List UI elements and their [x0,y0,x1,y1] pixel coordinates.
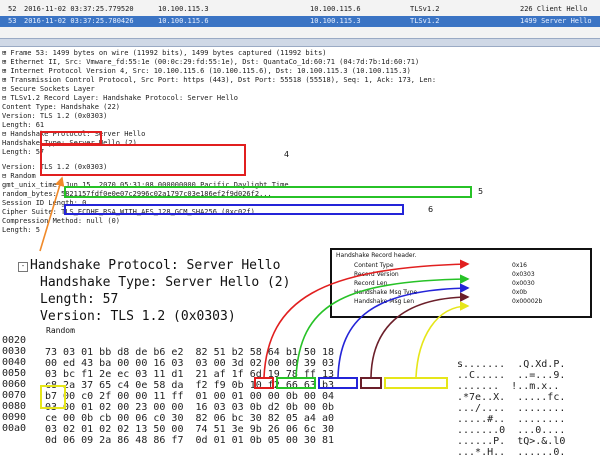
hex-highlight-content-type [254,377,274,389]
packet-dst: 10.100.115.6 [310,5,361,13]
handshake-record-legend: Handshake Record header. Content Type 0x… [330,248,592,318]
packet-proto: TLSv1.2 [410,5,440,13]
legend-handshake-msg-type: Handshake Msg Type [354,289,418,296]
legend-handshake-msg-len: Handshake Msg Len [354,298,415,305]
tree-row-length[interactable]: Length: 61 [2,121,44,130]
hex-highlight-next-bytes [40,385,66,409]
annotation-4: 4 [284,150,290,159]
hex-ascii: ...*.H.. ......0. [457,447,566,458]
legend-record-version: Record Version [354,271,399,278]
legend-handshake-msg-len-value: 0x00002b [512,298,543,305]
hex-highlight-msg-len [384,377,448,389]
packet-info: 1499 Server Hello [520,17,592,25]
hex-dump-pane: 0020 73 03 01 bb d8 de b6 e2 82 51 b2 58… [0,323,600,458]
packet-no: 53 [8,17,17,25]
handshake-header-highlight [40,144,246,176]
legend-record-len: Record Len [354,280,388,287]
packet-info: 226 Client Hello [520,5,588,13]
pane-splitter[interactable] [0,38,600,47]
legend-content-type-value: 0x16 [512,262,528,269]
tree-row-ip[interactable]: ⊞ Internet Protocol Version 4, Src: 10.1… [2,67,411,76]
hex-highlight-record-len [318,377,358,389]
tree-row-ethernet[interactable]: ⊞ Ethernet II, Src: Vmware_fd:55:1e (00:… [2,58,419,67]
tree-row-hs-length[interactable]: Length: 57 [2,148,44,157]
hex-highlight-record-version [276,377,316,389]
tree-row-tls-record[interactable]: ⊟ TLSv1.2 Record Layer: Handshake Protoc… [2,94,238,103]
packet-list: 52 2016-11-02 03:37:25.779520 10.100.115… [0,0,600,38]
tree-row-frame[interactable]: ⊞ Frame 53: 1499 bytes on wire (11992 bi… [2,49,327,58]
packet-src: 10.100.115.3 [158,5,209,13]
packet-no: 52 [8,5,17,13]
legend-record-version-value: 0x0303 [512,271,535,278]
tree-row-tcp[interactable]: ⊞ Transmission Control Protocol, Src Por… [2,76,436,85]
hex-offset: 00a0 [2,423,27,434]
overlay-length: Length: 57 [40,292,119,307]
legend-record-len-value: 0x0030 [512,280,535,287]
random-bytes-highlight [64,186,472,198]
packet-dst: 10.100.115.3 [310,17,361,25]
tree-row-ssl[interactable]: ⊟ Secure Sockets Layer [2,85,95,94]
record-header-highlight [40,131,102,145]
legend-handshake-msg-type-value: 0x0b [512,289,527,296]
packet-row-selected[interactable]: 53 2016-11-02 03:37:25.780426 10.100.115… [0,16,600,27]
overlay-handshake-protocol: Handshake Protocol: Server Hello [30,258,281,273]
packet-row[interactable]: 52 2016-11-02 03:37:25.779520 10.100.115… [0,4,600,15]
legend-title: Handshake Record header. [336,252,417,259]
tree-row-length-5[interactable]: Length: 5 [2,226,40,235]
tree-row-content-type[interactable]: Content Type: Handshake (22) [2,103,120,112]
packet-proto: TLSv1.2 [410,17,440,25]
overlay-handshake-type: Handshake Type: Server Hello (2) [40,275,291,290]
tree-row-compression[interactable]: Compression Method: null (0) [2,217,120,226]
legend-content-type: Content Type [354,262,394,269]
packet-time: 2016-11-02 03:37:25.780426 [24,17,134,25]
hex-row[interactable]: 00a0 0d 06 09 2a 86 48 86 f7 0d 01 01 0b… [0,411,565,458]
packet-time: 2016-11-02 03:37:25.779520 [24,5,134,13]
tree-row-version[interactable]: Version: TLS 1.2 (0x0303) [2,112,107,121]
annotation-6: 6 [428,205,434,214]
hex-bytes: 0d 06 09 2a 86 48 86 f7 0d 01 01 0b 05 0… [45,435,334,446]
packet-src: 10.100.115.6 [158,17,209,25]
cipher-suite-highlight [64,204,404,215]
hex-highlight-msg-type [360,377,382,389]
tree-row-random[interactable]: ⊟ Random [2,172,36,181]
annotation-5: 5 [478,187,484,196]
overlay-expand-icon[interactable]: - [18,262,28,272]
